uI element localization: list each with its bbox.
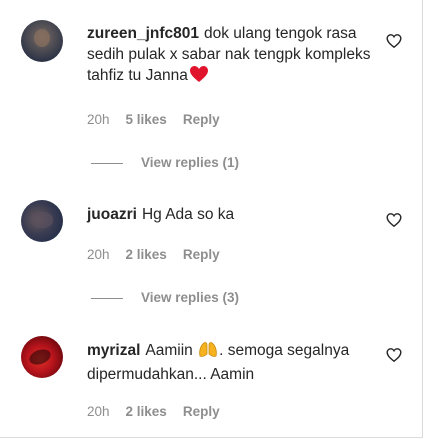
like-heart-icon[interactable] <box>386 212 402 228</box>
avatar[interactable] <box>21 20 63 62</box>
reply-button[interactable]: Reply <box>183 112 220 127</box>
avatar[interactable] <box>21 336 63 378</box>
comment-body: myrizal Aamiin . semoga segalnya dipermud… <box>87 340 377 385</box>
comment-username[interactable]: myrizal <box>87 342 140 359</box>
comment-time: 20h <box>87 247 110 262</box>
view-replies-button[interactable]: View replies (3) <box>87 290 239 305</box>
comment-likes[interactable]: 2 likes <box>126 404 167 419</box>
comment-text: Aamiin <box>145 342 193 359</box>
comment-body: juoazri Hg Ada so ka <box>87 204 377 225</box>
like-heart-icon[interactable] <box>386 33 402 49</box>
divider <box>91 162 123 164</box>
comment-likes[interactable]: 5 likes <box>126 112 167 127</box>
comment-meta: 20h 2 likes Reply <box>87 404 236 419</box>
comment-meta: 20h 2 likes Reply <box>87 247 236 262</box>
reply-button[interactable]: Reply <box>183 404 220 419</box>
comment-likes[interactable]: 2 likes <box>126 247 167 262</box>
divider <box>91 297 123 299</box>
like-heart-icon[interactable] <box>386 347 402 363</box>
avatar[interactable] <box>21 200 63 242</box>
comment-body: zureen_jnfc801 dok ulang tengok rasa sedi… <box>87 23 377 89</box>
view-replies-label: View replies (1) <box>141 155 240 170</box>
red-heart-emoji-icon <box>189 65 209 89</box>
comment-time: 20h <box>87 404 110 419</box>
reply-button[interactable]: Reply <box>183 247 220 262</box>
view-replies-button[interactable]: View replies (1) <box>87 155 239 170</box>
folded-hands-emoji-icon <box>197 340 219 364</box>
comment-username[interactable]: juoazri <box>87 206 137 223</box>
view-replies-label: View replies (3) <box>141 290 240 305</box>
comment-meta: 20h 5 likes Reply <box>87 112 236 127</box>
comment-username[interactable]: zureen_jnfc801 <box>87 25 199 42</box>
comment-text: Hg Ada so ka <box>141 206 235 223</box>
comment-time: 20h <box>87 112 110 127</box>
